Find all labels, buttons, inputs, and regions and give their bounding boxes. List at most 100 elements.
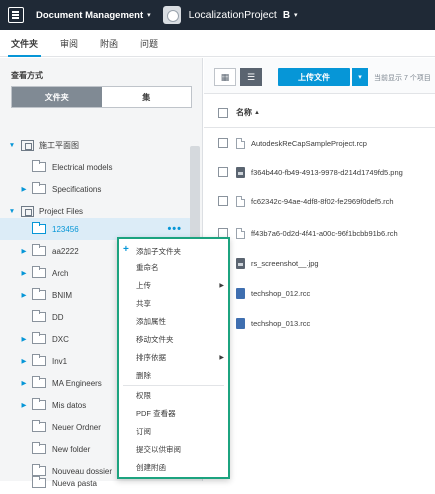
file-toolbar: ▦ ☰ 上传文件 ▾ 当前显示 7 个项目 (204, 58, 435, 94)
menu-item-pdf-viewer[interactable]: PDF 查看器 (119, 405, 228, 421)
menu-item-subscribe[interactable]: 订阅 (119, 423, 228, 439)
tree-item-plans[interactable]: ▼ 施工平面图 (0, 134, 190, 156)
folder-icon (32, 476, 46, 488)
file-row[interactable]: techshop_012.rcc (204, 279, 435, 307)
expand-icon[interactable]: ▶ (20, 379, 28, 387)
more-options-icon[interactable]: ••• (167, 223, 182, 235)
menu-item-label: 排序依据 (136, 352, 166, 362)
menu-item-share[interactable]: 共享 (119, 295, 228, 311)
file-row[interactable]: fc62342c-94ae-4df8-8f02-fe2969f0def5.rch (204, 187, 435, 215)
menu-item-rename[interactable]: 重命名 (119, 259, 228, 275)
menu-item-sort-by[interactable]: 排序依据 ▶ (119, 349, 228, 365)
document-icon (236, 195, 245, 207)
file-row[interactable]: ff43b7a6-0d2d-4f41-a00c-96f1bcbb91b6.rch (204, 219, 435, 247)
tree-item-electrical-models[interactable]: Electrical models (0, 156, 190, 178)
file-name[interactable]: techshop_012.rcc (251, 289, 310, 298)
file-row[interactable]: AutodeskReCapSampleProject.rcp (204, 129, 435, 157)
plus-icon: + (123, 244, 129, 255)
tab-issues[interactable]: 问题 (129, 30, 169, 56)
app-title[interactable]: Document Management (36, 10, 143, 21)
tree-item-label: BNIM (52, 290, 72, 300)
document-management-icon[interactable] (8, 7, 24, 23)
file-row[interactable]: f364b440-fb49-4913-9978-d214d1749fd5.png (204, 158, 435, 186)
row-checkbox[interactable] (218, 167, 228, 177)
expand-icon[interactable]: ▶ (20, 291, 28, 299)
menu-item-label: 添加子文件夹 (136, 246, 181, 256)
menu-item-permissions[interactable]: 权限 (119, 387, 228, 403)
project-badge: B (282, 9, 291, 21)
tab-reviews[interactable]: 审阅 (49, 30, 89, 56)
tree-item-label: Inv1 (52, 356, 68, 366)
view-folders-button[interactable]: 文件夹 (12, 87, 102, 107)
expand-icon[interactable]: ▶ (20, 357, 28, 365)
image-icon (236, 166, 245, 178)
file-list-header: 名称 ▲ (204, 98, 435, 128)
menu-item-create-transmittal[interactable]: 创建附函 (119, 459, 228, 475)
menu-item-add-attribute[interactable]: 添加属性 (119, 313, 228, 329)
folder-icon (32, 398, 46, 410)
list-view-icon[interactable]: ☰ (240, 68, 262, 86)
collapse-icon[interactable]: ▼ (8, 208, 16, 215)
folder-context-menu: + 添加子文件夹 重命名 上传 ▶ 共享 添加属性 移动文件夹 排序依据 ▶ 删… (117, 237, 230, 479)
folder-icon (32, 160, 46, 172)
recap-icon (236, 317, 245, 329)
grid-view-icon[interactable]: ▦ (214, 68, 236, 86)
tab-folders[interactable]: 文件夹 (0, 30, 49, 57)
file-row[interactable]: techshop_013.rcc (204, 309, 435, 337)
menu-item-submit-for-review[interactable]: 提交以供审阅 (119, 441, 228, 457)
tree-item-specifications[interactable]: ▶ Specifications (0, 178, 190, 200)
expand-icon[interactable]: ▶ (20, 247, 28, 255)
sort-ascending-icon[interactable]: ▲ (254, 110, 260, 116)
project-switcher-chevron-icon[interactable]: ▾ (294, 11, 298, 19)
expand-icon[interactable]: ▶ (20, 185, 28, 193)
file-name[interactable]: f364b440-fb49-4913-9978-d214d1749fd5.png (251, 168, 403, 177)
upload-options-chevron-icon[interactable]: ▾ (352, 68, 368, 86)
expand-icon[interactable]: ▶ (20, 335, 28, 343)
tree-item-label: Arch (52, 268, 69, 278)
file-name[interactable]: techshop_013.rcc (251, 319, 310, 328)
name-column-header[interactable]: 名称 (236, 107, 252, 118)
menu-item-label: 添加属性 (136, 316, 166, 326)
folder-icon (32, 182, 46, 194)
file-name[interactable]: rs_screenshot__.jpg (251, 259, 319, 268)
image-icon (236, 257, 245, 269)
folder-icon (32, 442, 46, 454)
collapse-icon[interactable]: ▼ (8, 142, 16, 149)
view-by-label: 查看方式 (11, 71, 43, 80)
menu-item-upload[interactable]: 上传 ▶ (119, 277, 228, 293)
view-sets-button[interactable]: 集 (101, 87, 191, 107)
item-count-text: 当前显示 7 个项目 (374, 75, 431, 82)
submenu-arrow-icon: ▶ (219, 282, 224, 289)
app-switcher-chevron-icon[interactable]: ▾ (147, 11, 151, 19)
project-folder-icon (21, 139, 34, 151)
file-name[interactable]: fc62342c-94ae-4df8-8f02-fe2969f0def5.rch (251, 197, 394, 206)
expand-icon[interactable]: ▶ (20, 269, 28, 277)
tree-item-label: Project Files (39, 206, 84, 216)
tree-item-label: Neuer Ordner (52, 422, 101, 432)
document-icon (236, 137, 245, 149)
select-all-checkbox[interactable] (218, 107, 228, 118)
menu-item-delete[interactable]: 删除 (119, 367, 228, 383)
row-checkbox[interactable] (218, 138, 228, 148)
upload-files-button[interactable]: 上传文件 (278, 68, 350, 86)
row-checkbox[interactable] (218, 196, 228, 206)
file-name[interactable]: AutodeskReCapSampleProject.rcp (251, 139, 367, 148)
recap-icon (236, 287, 245, 299)
menu-item-add-subfolder[interactable]: + 添加子文件夹 (119, 243, 228, 259)
document-icon (236, 227, 245, 239)
tree-item-label: 施工平面图 (39, 140, 79, 150)
tree-item-label: Mis datos (52, 400, 87, 410)
project-name[interactable]: LocalizationProject (189, 9, 277, 21)
expand-icon[interactable]: ▶ (20, 401, 28, 409)
tree-item-label: Electrical models (52, 162, 113, 172)
folder-icon (32, 420, 46, 432)
file-row[interactable]: rs_screenshot__.jpg (204, 249, 435, 277)
menu-item-label: 上传 (136, 280, 151, 290)
tab-transmittals[interactable]: 附函 (89, 30, 129, 56)
menu-item-move-folder[interactable]: 移动文件夹 (119, 331, 228, 347)
folder-icon (32, 376, 46, 388)
file-name[interactable]: ff43b7a6-0d2d-4f41-a00c-96f1bcbb91b6.rch (251, 229, 398, 238)
folder-icon (32, 266, 46, 278)
tree-item-label: 123456 (52, 224, 79, 234)
folder-icon (32, 222, 46, 234)
